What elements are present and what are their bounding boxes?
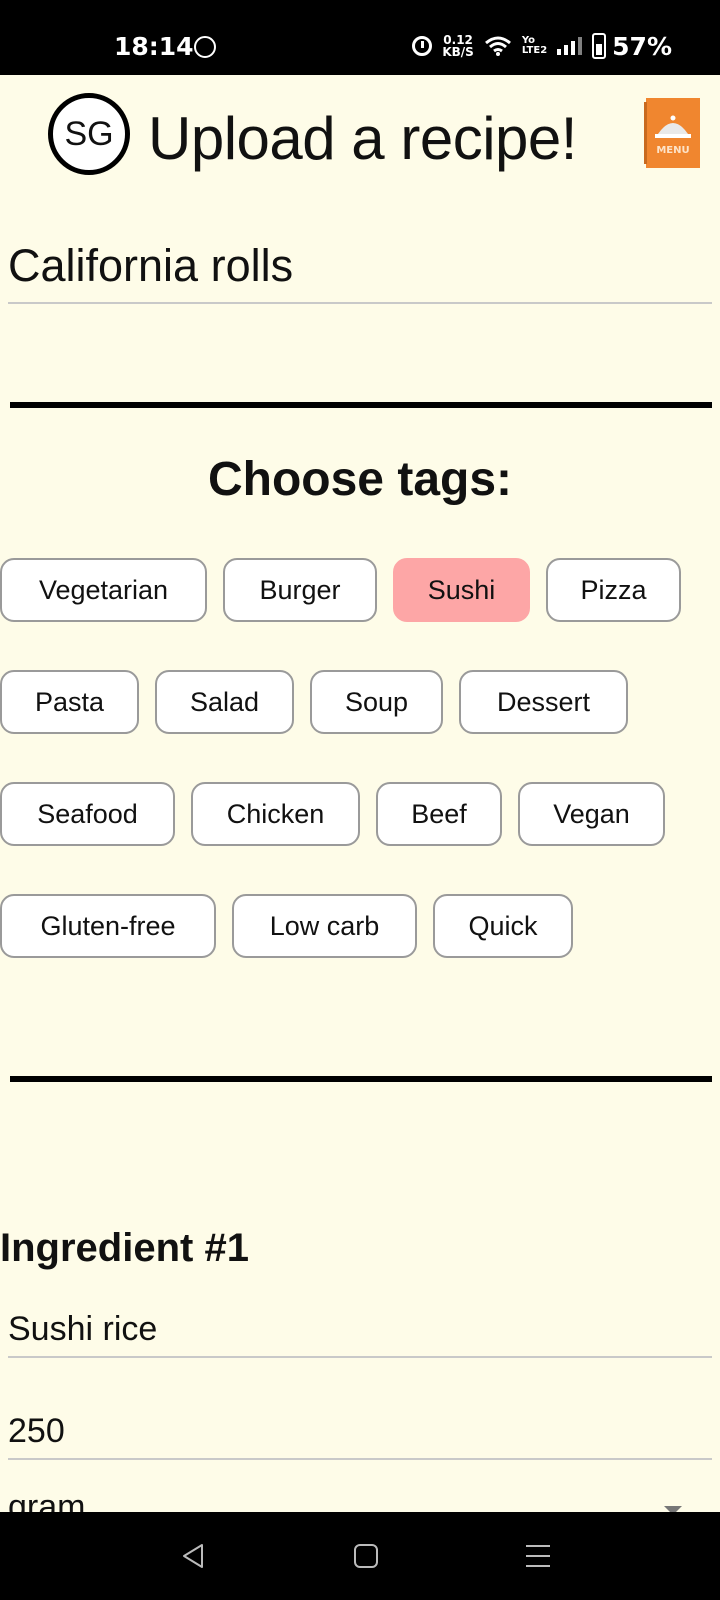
- tag-label: Gluten-free: [40, 910, 176, 941]
- tag-seafood[interactable]: Seafood: [0, 782, 175, 846]
- tag-label: Salad: [189, 686, 260, 717]
- tag-soup[interactable]: Soup: [310, 670, 443, 734]
- tag-salad[interactable]: Salad: [155, 670, 294, 734]
- tag-vegan[interactable]: Vegan: [518, 782, 665, 846]
- battery-percent: 57%: [612, 31, 672, 61]
- alarm-icon: [412, 36, 433, 56]
- battery-icon: [592, 33, 607, 59]
- tag-label: Sushi: [427, 574, 496, 605]
- tag-pasta[interactable]: Pasta: [0, 670, 139, 734]
- tag-burger[interactable]: Burger: [223, 558, 377, 622]
- recents-icon[interactable]: [524, 1542, 552, 1570]
- ingredient-name-input[interactable]: Sushi rice: [8, 1310, 712, 1358]
- menu-icon[interactable]: MENU: [644, 98, 700, 168]
- recipe-name-value: California rolls: [8, 240, 294, 291]
- tag-sushi[interactable]: Sushi: [393, 558, 530, 622]
- wifi-icon: [484, 36, 511, 56]
- tag-quick[interactable]: Quick: [433, 894, 573, 958]
- back-icon[interactable]: [180, 1542, 208, 1570]
- ingredient-amount-value: 250: [8, 1412, 65, 1450]
- page-title: Upload a recipe!: [148, 105, 577, 172]
- tag-low-carb[interactable]: Low carb: [232, 894, 417, 958]
- tag-gluten-free[interactable]: Gluten-free: [0, 894, 216, 958]
- tag-label: Pasta: [34, 686, 105, 717]
- section-divider: [10, 402, 712, 408]
- tag-label: Soup: [344, 686, 409, 717]
- recipe-name-input[interactable]: California rolls: [8, 240, 712, 304]
- menu-label: MENU: [656, 145, 689, 156]
- tag-pizza[interactable]: Pizza: [546, 558, 681, 622]
- lte-bottom: LTE2: [521, 45, 548, 56]
- home-icon[interactable]: [352, 1542, 380, 1570]
- ingredient-name-value: Sushi rice: [8, 1310, 158, 1348]
- lte-indicator: Yo LTE2: [522, 36, 547, 56]
- ingredient-unit-select[interactable]: gram: [8, 1488, 712, 1514]
- navigation-bar: [0, 1512, 720, 1600]
- tag-label: Chicken: [226, 798, 325, 829]
- tag-label: Seafood: [37, 798, 138, 829]
- ingredient-amount-input[interactable]: 250: [8, 1412, 712, 1460]
- tag-label: Vegan: [553, 798, 630, 829]
- tag-label: Pizza: [580, 574, 647, 605]
- logo-text: SG: [64, 114, 114, 153]
- tag-label: Quick: [468, 910, 538, 941]
- app-logo[interactable]: SG: [48, 93, 130, 175]
- section-divider: [10, 1076, 712, 1082]
- network-speed-unit: KB/S: [442, 45, 474, 59]
- tag-label: Vegetarian: [38, 574, 169, 605]
- status-icons: 0.12 KB/S Yo LTE2 57%: [412, 30, 672, 62]
- status-time: 18:14: [114, 32, 194, 61]
- tag-label: Burger: [259, 574, 341, 605]
- tag-label: Dessert: [496, 686, 591, 717]
- network-speed: 0.12 KB/S: [442, 34, 473, 58]
- tag-dessert[interactable]: Dessert: [459, 670, 628, 734]
- tag-label: Low carb: [269, 910, 380, 941]
- ingredient-heading: Ingredient #1: [0, 1226, 249, 1270]
- ingredient-unit-value: gram: [8, 1488, 86, 1514]
- tag-chicken[interactable]: Chicken: [191, 782, 360, 846]
- tags-heading: Choose tags:: [207, 453, 513, 506]
- status-bar: 18:14 0.12 KB/S Yo LTE2 57%: [0, 0, 720, 75]
- tag-vegetarian[interactable]: Vegetarian: [0, 558, 207, 622]
- tag-beef[interactable]: Beef: [376, 782, 502, 846]
- tag-label: Beef: [411, 798, 467, 829]
- whatsapp-icon: [194, 36, 216, 58]
- signal-icon: [557, 37, 583, 55]
